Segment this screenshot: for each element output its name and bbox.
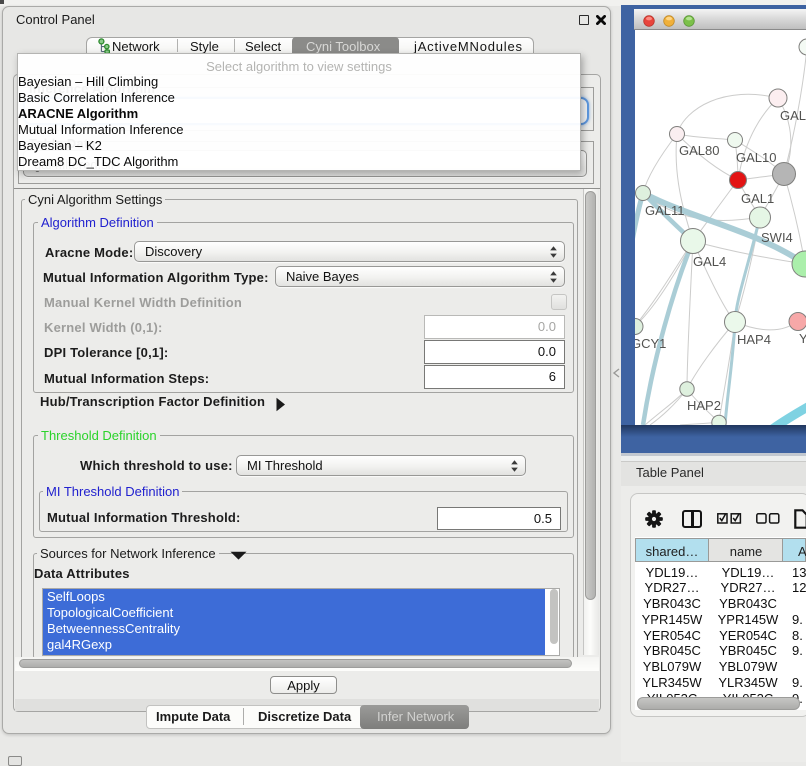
svg-text:GAL10: GAL10: [736, 150, 776, 165]
svg-text:GAL: GAL: [780, 108, 806, 123]
svg-text:GCY1: GCY1: [635, 336, 666, 351]
svg-text:HAP2: HAP2: [687, 398, 721, 413]
svg-text:HAP4: HAP4: [737, 332, 771, 347]
svg-text:GAL80: GAL80: [679, 143, 719, 158]
svg-text:GAL1: GAL1: [741, 191, 774, 206]
svg-text:SWI4: SWI4: [761, 230, 793, 245]
svg-text:GAL11: GAL11: [645, 203, 685, 218]
svg-text:GAL4: GAL4: [693, 254, 726, 269]
svg-text:Y: Y: [799, 331, 806, 346]
